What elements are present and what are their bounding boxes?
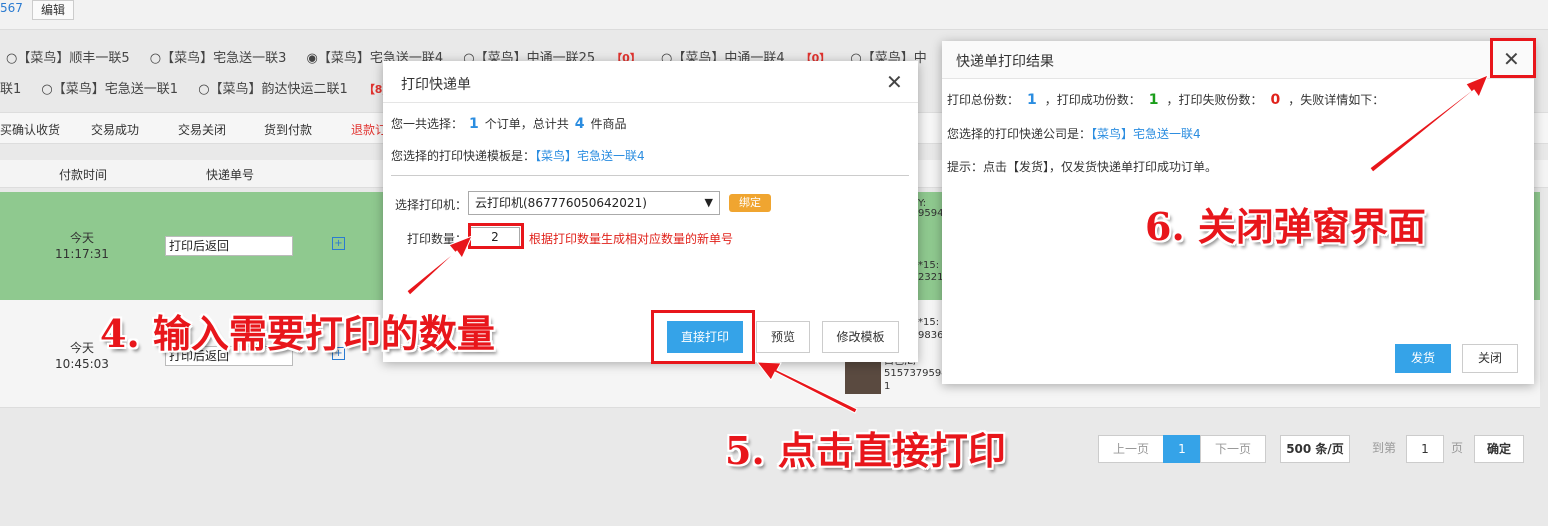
- fail-label: ，打印失败份数：: [1166, 93, 1263, 107]
- ship-button[interactable]: 发货: [1395, 344, 1451, 373]
- prev-page-button[interactable]: 上一页: [1098, 435, 1164, 463]
- fail-suffix: ，失败详情如下：: [1288, 93, 1385, 107]
- tracking-input[interactable]: 打印后返回: [165, 236, 293, 256]
- ship-tip: 提示：点击【发货】，仅发货快递单打印成功订单。: [947, 160, 1218, 174]
- edit-template-button[interactable]: 修改模板: [822, 321, 899, 353]
- highlight-close: [1490, 38, 1536, 78]
- print-dialog-header: 打印快递单 ✕: [383, 61, 918, 103]
- tab-buyer-confirm[interactable]: 买确认收货: [0, 121, 60, 138]
- highlight-quantity: [468, 223, 524, 249]
- item-fragment: 5157379594: [884, 368, 948, 379]
- fail-value: 0: [1270, 92, 1281, 108]
- template-option[interactable]: ○【菜鸟】顺丰一联5: [6, 51, 130, 66]
- column-pay-time: 付款时间: [59, 168, 108, 182]
- item-fragment: 1: [884, 381, 891, 392]
- divider: [391, 175, 909, 176]
- template-option[interactable]: ○【菜鸟】宅急送一联1: [41, 82, 178, 97]
- template-row-2: 联1 ○【菜鸟】宅急送一联1 ○【菜鸟】韵达快运二联1 【8】: [0, 80, 409, 100]
- edit-button[interactable]: 编辑: [32, 0, 75, 20]
- step5-annotation: 5. 点击直接打印: [725, 428, 1006, 473]
- bind-button[interactable]: 绑定: [729, 194, 771, 212]
- page-size-select[interactable]: 500 条/页: [1280, 435, 1350, 463]
- order-count: 1: [469, 116, 479, 132]
- result-dialog-header: 快递单打印结果 ✕: [942, 41, 1534, 79]
- close-icon[interactable]: ✕: [886, 72, 903, 92]
- print-dialog-title: 打印快递单: [401, 77, 471, 93]
- total-value: 1: [1027, 92, 1037, 108]
- preview-button[interactable]: 预览: [756, 321, 810, 353]
- highlight-print-button: [651, 310, 755, 364]
- tab-trade-closed[interactable]: 交易关闭: [178, 121, 226, 138]
- company-name: 【菜鸟】宅急送一联4: [1091, 127, 1201, 141]
- goto-suffix: 页: [1450, 441, 1463, 455]
- company-line: 您选择的打印快递公司是：【菜鸟】宅急送一联4: [947, 125, 1201, 142]
- plus-icon[interactable]: +: [332, 237, 345, 250]
- item-count: 4: [574, 116, 585, 132]
- pay-clock: 11:17:31: [55, 247, 109, 261]
- total-label: 打印总份数：: [947, 93, 1020, 107]
- print-stats: 打印总份数： 1 ，打印成功份数： 1 ，打印失败份数： 0 ，失败详情如下：: [947, 91, 1384, 108]
- template-option[interactable]: 联1: [0, 82, 21, 97]
- printer-label: 选择打印机：: [395, 198, 468, 212]
- product-thumbnail[interactable]: [845, 362, 881, 394]
- success-value: 1: [1148, 92, 1159, 108]
- success-label: ，打印成功份数：: [1044, 93, 1141, 107]
- column-tracking: 快递单号: [206, 168, 255, 182]
- step4-annotation: 4. 输入需要打印的数量: [100, 311, 495, 356]
- template-option[interactable]: ○【菜鸟】韵达快运二联1: [198, 82, 348, 97]
- top-number: 567: [0, 1, 23, 15]
- template-summary: 您选择的打印快递模板是：【菜鸟】宅急送一联4: [391, 147, 645, 164]
- step6-annotation: 6. 关闭弹窗界面: [1145, 204, 1426, 249]
- template-prefix: 您选择的打印快递模板是：: [391, 149, 536, 163]
- item-fragment: *15:: [918, 260, 940, 271]
- tab-cod[interactable]: 货到付款: [264, 121, 312, 138]
- qty-label: 打印数量：: [407, 232, 468, 246]
- goto-confirm-button[interactable]: 确定: [1474, 435, 1524, 463]
- tab-trade-success[interactable]: 交易成功: [91, 121, 139, 138]
- top-toolbar: 567 编辑: [0, 0, 1548, 30]
- summary-mid: 个订单，总计共: [484, 117, 569, 131]
- template-option[interactable]: ○【菜鸟】宅急送一联3: [150, 51, 287, 66]
- next-page-button[interactable]: 下一页: [1200, 435, 1266, 463]
- item-fragment: 9836: [918, 330, 944, 341]
- summary-suffix: 件商品: [590, 117, 627, 131]
- item-fragment: 2321: [918, 272, 944, 283]
- tab-refund[interactable]: 退款订: [351, 121, 387, 138]
- company-prefix: 您选择的打印快递公司是：: [947, 127, 1092, 141]
- result-dialog-title: 快递单打印结果: [956, 54, 1054, 70]
- quantity-hint: 根据打印数量生成相对应数量的新单号: [529, 232, 734, 246]
- printer-value: 云打印机(867776050642021): [475, 196, 647, 210]
- chevron-down-icon: ▼: [704, 196, 713, 209]
- goto-prefix: 到第: [1371, 441, 1396, 455]
- pay-clock: 10:45:03: [55, 357, 109, 371]
- printer-select[interactable]: 云打印机(867776050642021) ▼: [468, 191, 720, 215]
- pay-day: 今天: [69, 231, 94, 245]
- selection-summary: 您一共选择： 1 个订单，总计共 4 件商品: [391, 115, 627, 132]
- pay-time: 今天 11:17:31: [50, 230, 114, 262]
- page-1-button[interactable]: 1: [1163, 435, 1201, 463]
- summary-prefix: 您一共选择：: [391, 117, 464, 131]
- close-button[interactable]: 关闭: [1462, 344, 1518, 373]
- item-fragment: *15:: [918, 317, 940, 328]
- goto-page-input[interactable]: 1: [1406, 435, 1444, 463]
- template-name: 【菜鸟】宅急送一联4: [535, 149, 645, 163]
- item-fragment: 9594: [918, 208, 944, 219]
